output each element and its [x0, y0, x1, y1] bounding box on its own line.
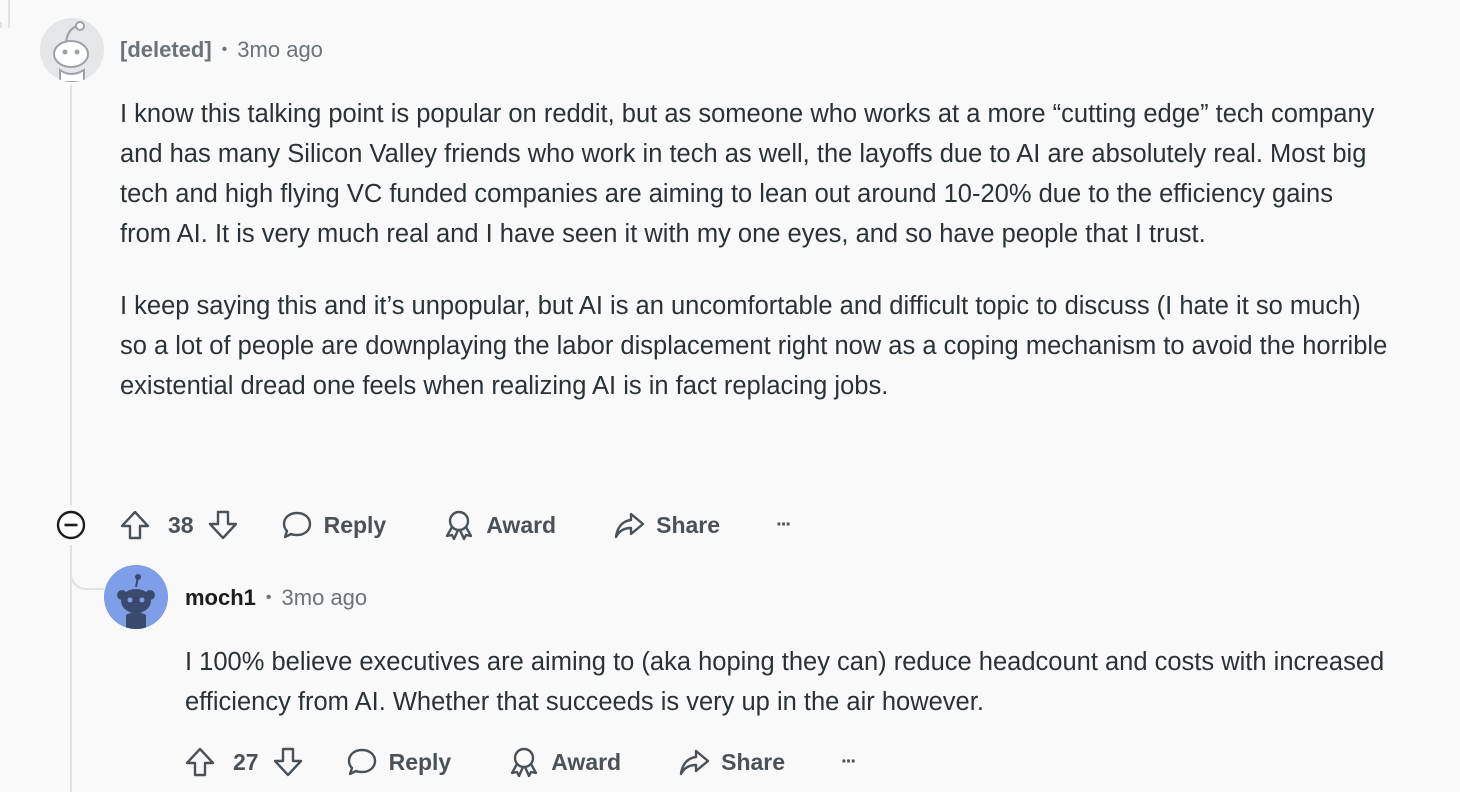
reply-meta: moch1 • 3mo ago: [185, 580, 367, 616]
downvote-button[interactable]: [206, 508, 240, 542]
share-button[interactable]: Share: [612, 508, 720, 542]
meta-separator: •: [221, 41, 228, 58]
comment-meta: [deleted] • 3mo ago: [120, 32, 323, 68]
reply-action-bar: 27 Reply Award Share ···: [183, 740, 857, 784]
share-label: Share: [721, 748, 786, 775]
meta-separator: •: [265, 589, 272, 606]
comment-paragraph: I know this talking point is popular on …: [120, 100, 1375, 248]
reply-label: Reply: [388, 748, 452, 775]
award-button[interactable]: Award: [442, 508, 556, 542]
more-options-button[interactable]: ···: [776, 514, 792, 537]
comment-timestamp[interactable]: 3mo ago: [237, 37, 323, 63]
more-options-button[interactable]: ···: [841, 751, 857, 774]
upvote-icon: [120, 510, 150, 540]
collapse-minus-icon: [56, 510, 86, 540]
award-label: Award: [486, 511, 557, 538]
thread-line-top-connector: [8, 0, 10, 28]
reply-label: Reply: [323, 511, 387, 538]
reply-author[interactable]: moch1: [185, 585, 256, 611]
upvote-button[interactable]: [118, 508, 152, 542]
award-icon: [511, 747, 538, 778]
reply-icon: [282, 511, 311, 539]
avatar[interactable]: [40, 18, 104, 82]
share-icon: [614, 512, 645, 539]
reply-icon: [347, 748, 376, 776]
reply-paragraph: I 100% believe executives are aiming to …: [185, 648, 1385, 716]
reply-button[interactable]: Reply: [345, 745, 452, 779]
comment-author[interactable]: [deleted]: [120, 37, 212, 63]
award-label: Award: [551, 748, 622, 775]
reply-body: I 100% believe executives are aiming to …: [185, 642, 1405, 754]
thread-line-top: [0, 22, 2, 28]
snoo-avatar-icon: [104, 565, 168, 629]
comment-body: I know this talking point is popular on …: [120, 94, 1390, 438]
comment-paragraph: I keep saying this and it’s unpopular, b…: [120, 292, 1388, 400]
award-icon: [446, 510, 473, 541]
reply-button[interactable]: Reply: [280, 508, 387, 542]
share-label: Share: [656, 511, 721, 538]
vote-score: 38: [168, 511, 194, 538]
downvote-button[interactable]: [271, 745, 305, 779]
share-button[interactable]: Share: [677, 745, 785, 779]
upvote-button[interactable]: [183, 745, 217, 779]
downvote-icon: [208, 510, 237, 540]
comment-action-bar: 38 Reply Award Share ···: [118, 503, 792, 547]
award-button[interactable]: Award: [507, 745, 621, 779]
downvote-icon: [273, 747, 302, 777]
avatar[interactable]: [104, 565, 168, 629]
reply-connector-curve: [70, 560, 104, 590]
comment-thread-line[interactable]: [70, 85, 72, 505]
vote-score: 27: [233, 748, 259, 775]
share-icon: [679, 749, 710, 776]
collapse-button[interactable]: [55, 509, 87, 541]
snoo-avatar-icon: [40, 18, 104, 82]
reply-timestamp[interactable]: 3mo ago: [282, 585, 368, 611]
upvote-icon: [185, 747, 215, 777]
